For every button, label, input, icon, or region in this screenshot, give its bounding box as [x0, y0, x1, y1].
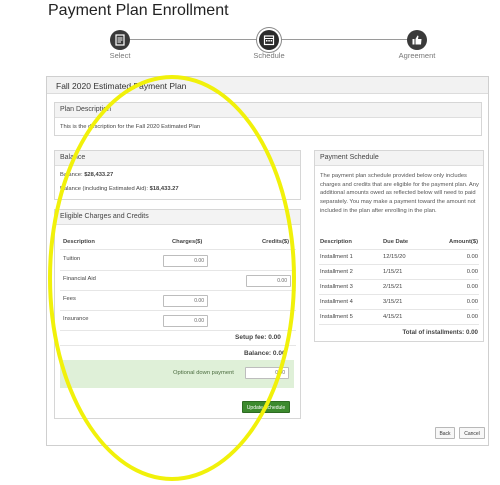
installment-name: Installment 2	[320, 269, 353, 275]
row-divider	[319, 309, 479, 310]
installment-due: 4/15/21	[383, 314, 403, 320]
highlight-ellipse	[48, 75, 296, 481]
payment-schedule-box: Payment Schedule The payment plan schedu…	[314, 150, 484, 342]
installment-amount: 0.00	[466, 314, 478, 320]
installment-name: Installment 3	[320, 284, 353, 290]
installment-name: Installment 4	[320, 299, 353, 305]
row-divider	[319, 249, 479, 250]
thumbs-up-icon	[412, 35, 422, 45]
installment-due: 2/15/21	[383, 284, 403, 290]
total-installments-line: Total of installments: 0.00	[355, 329, 478, 336]
step-select[interactable]	[110, 30, 130, 50]
step-schedule[interactable]	[259, 30, 279, 50]
installment-amount: 0.00	[466, 254, 478, 260]
schedule-header: Payment Schedule	[315, 151, 483, 166]
installment-name: Installment 5	[320, 314, 353, 320]
calendar-icon	[263, 35, 275, 46]
row-divider	[319, 294, 479, 295]
schedule-info-text: The payment plan schedule provided below…	[320, 173, 479, 214]
total-installments-value: 0.00	[465, 329, 478, 336]
total-installments-label: Total of installments:	[402, 329, 465, 336]
progress-stepper: Select Schedule Agreement	[0, 30, 500, 64]
step-label-select: Select	[109, 51, 131, 60]
sched-col-amount: Amount($)	[449, 239, 478, 245]
document-icon	[115, 34, 125, 46]
back-button[interactable]: Back	[435, 427, 455, 439]
step-label-schedule: Schedule	[253, 51, 285, 60]
step-agreement[interactable]	[407, 30, 427, 50]
panel-header: Fall 2020 Estimated Payment Plan	[47, 77, 488, 94]
installment-amount: 0.00	[466, 299, 478, 305]
row-divider	[319, 264, 479, 265]
page-title: Payment Plan Enrollment	[48, 2, 229, 19]
installment-due: 12/15/20	[383, 254, 406, 260]
installment-due: 3/15/21	[383, 299, 403, 305]
sched-col-due-date: Due Date	[383, 239, 409, 245]
cancel-button[interactable]: Cancel	[459, 427, 485, 439]
row-divider	[319, 279, 479, 280]
step-label-agreement: Agreement	[398, 51, 436, 60]
installment-name: Installment 1	[320, 254, 353, 260]
schedule-heading: Payment Schedule	[320, 154, 379, 161]
sched-col-description: Description	[320, 239, 352, 245]
installment-amount: 0.00	[466, 269, 478, 275]
installment-amount: 0.00	[466, 284, 478, 290]
installment-due: 1/15/21	[383, 269, 403, 275]
row-divider	[319, 324, 479, 325]
